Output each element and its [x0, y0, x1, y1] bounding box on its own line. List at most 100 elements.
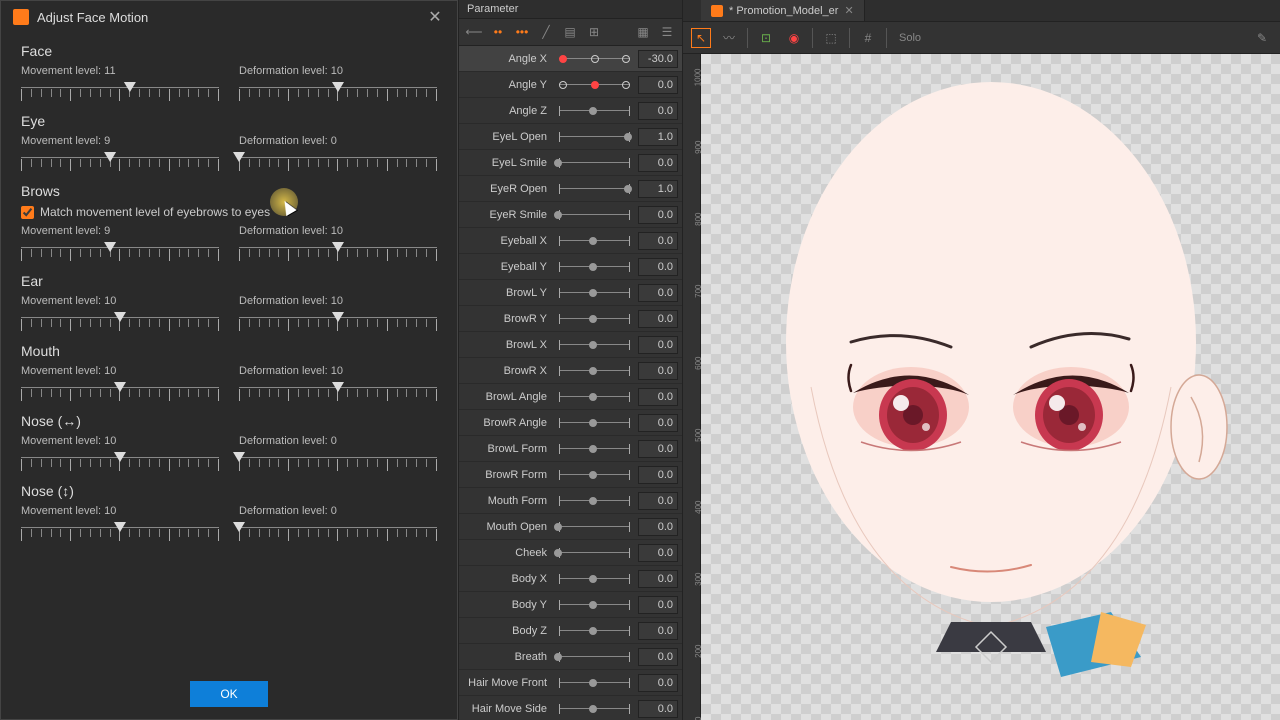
param-row[interactable]: Angle Z0.0	[459, 98, 682, 124]
deformation-slider[interactable]	[239, 451, 437, 471]
param-row[interactable]: BrowL Y0.0	[459, 280, 682, 306]
param-row[interactable]: Cheek0.0	[459, 540, 682, 566]
param-row[interactable]: BrowR Y0.0	[459, 306, 682, 332]
param-slider[interactable]	[555, 391, 634, 403]
param-slider[interactable]	[555, 599, 634, 611]
param-row[interactable]: Eyeball Y0.0	[459, 254, 682, 280]
bounds-tool-icon[interactable]: ⬚	[821, 28, 841, 48]
param-row[interactable]: BrowL Angle0.0	[459, 384, 682, 410]
param-slider[interactable]	[555, 183, 634, 195]
param-slider[interactable]	[555, 209, 634, 221]
param-value[interactable]: 0.0	[638, 102, 678, 120]
param-slider[interactable]	[555, 105, 634, 117]
movement-slider[interactable]	[21, 311, 219, 331]
param-value[interactable]: 0.0	[638, 206, 678, 224]
param-slider[interactable]	[555, 417, 634, 429]
param-value[interactable]: 0.0	[638, 310, 678, 328]
movement-slider[interactable]	[21, 151, 219, 171]
solo-label[interactable]: Solo	[899, 32, 921, 44]
param-value[interactable]: 0.0	[638, 388, 678, 406]
param-value[interactable]: 0.0	[638, 336, 678, 354]
param-value[interactable]: -30.0	[638, 50, 678, 68]
param-value[interactable]: 0.0	[638, 596, 678, 614]
param-value[interactable]: 0.0	[638, 518, 678, 536]
tool-menu-icon[interactable]: ☰	[658, 23, 676, 41]
deformation-slider[interactable]	[239, 311, 437, 331]
grid-toggle-icon[interactable]: #	[858, 28, 878, 48]
param-slider[interactable]	[555, 79, 634, 91]
eyedropper-icon[interactable]: ✎	[1252, 28, 1272, 48]
param-slider[interactable]	[555, 313, 634, 325]
canvas-tab[interactable]: * Promotion_Model_er ✕	[701, 0, 865, 21]
movement-slider[interactable]	[21, 521, 219, 541]
param-row[interactable]: BrowL Form0.0	[459, 436, 682, 462]
param-value[interactable]: 0.0	[638, 570, 678, 588]
deformation-slider[interactable]	[239, 241, 437, 261]
snap-tool-icon[interactable]: ⊡	[756, 28, 776, 48]
tool-grid2-icon[interactable]: ⊞	[585, 23, 603, 41]
param-row[interactable]: BrowL X0.0	[459, 332, 682, 358]
model-preview[interactable]	[751, 67, 1231, 707]
param-slider[interactable]	[555, 495, 634, 507]
param-row[interactable]: EyeL Smile0.0	[459, 150, 682, 176]
param-value[interactable]: 0.0	[638, 284, 678, 302]
param-slider[interactable]	[555, 261, 634, 273]
param-row[interactable]: Hair Move Front0.0	[459, 670, 682, 696]
checkbox-input[interactable]	[21, 206, 34, 219]
param-value[interactable]: 0.0	[638, 466, 678, 484]
param-slider[interactable]	[555, 469, 634, 481]
param-slider[interactable]	[555, 157, 634, 169]
param-slider[interactable]	[555, 443, 634, 455]
param-value[interactable]: 0.0	[638, 362, 678, 380]
dialog-titlebar[interactable]: Adjust Face Motion ✕	[1, 1, 457, 33]
ok-button[interactable]: OK	[190, 681, 267, 707]
param-value[interactable]: 1.0	[638, 128, 678, 146]
param-row[interactable]: Body Z0.0	[459, 618, 682, 644]
param-row[interactable]: Body Y0.0	[459, 592, 682, 618]
param-slider[interactable]	[555, 53, 634, 65]
param-value[interactable]: 0.0	[638, 492, 678, 510]
param-value[interactable]: 0.0	[638, 258, 678, 276]
tool-keyframe3-icon[interactable]: •••	[513, 23, 531, 41]
param-value[interactable]: 1.0	[638, 180, 678, 198]
param-row[interactable]: Hair Move Side0.0	[459, 696, 682, 720]
param-row[interactable]: Mouth Open0.0	[459, 514, 682, 540]
deformation-slider[interactable]	[239, 81, 437, 101]
param-row[interactable]: EyeR Open1.0	[459, 176, 682, 202]
movement-slider[interactable]	[21, 241, 219, 261]
param-slider[interactable]	[555, 521, 634, 533]
param-value[interactable]: 0.0	[638, 700, 678, 718]
param-row[interactable]: Angle Y0.0	[459, 72, 682, 98]
arrow-tool-icon[interactable]: ↖	[691, 28, 711, 48]
tab-close-icon[interactable]: ✕	[844, 4, 853, 17]
param-value[interactable]: 0.0	[638, 414, 678, 432]
param-row[interactable]: Angle X-30.0	[459, 46, 682, 72]
param-slider[interactable]	[555, 287, 634, 299]
param-slider[interactable]	[555, 235, 634, 247]
param-row[interactable]: BrowR Form0.0	[459, 462, 682, 488]
param-slider[interactable]	[555, 131, 634, 143]
param-value[interactable]: 0.0	[638, 76, 678, 94]
param-row[interactable]: Mouth Form0.0	[459, 488, 682, 514]
param-value[interactable]: 0.0	[638, 648, 678, 666]
deformation-slider[interactable]	[239, 151, 437, 171]
param-slider[interactable]	[555, 573, 634, 585]
tool-slash-icon[interactable]: ╱	[537, 23, 555, 41]
deformation-slider[interactable]	[239, 521, 437, 541]
close-icon[interactable]: ✕	[425, 7, 445, 27]
movement-slider[interactable]	[21, 451, 219, 471]
param-row[interactable]: Body X0.0	[459, 566, 682, 592]
param-slider[interactable]	[555, 703, 634, 715]
path-tool-icon[interactable]: 〰	[719, 28, 739, 48]
movement-slider[interactable]	[21, 381, 219, 401]
param-slider[interactable]	[555, 339, 634, 351]
canvas-area[interactable]: 1000900800700600500400300200100	[683, 54, 1280, 720]
param-row[interactable]: EyeR Smile0.0	[459, 202, 682, 228]
tool-keyframe2-icon[interactable]: ••	[489, 23, 507, 41]
tool-folder-icon[interactable]: ▦	[634, 23, 652, 41]
param-slider[interactable]	[555, 677, 634, 689]
tool-nav-icon[interactable]: ⟵	[465, 23, 483, 41]
param-row[interactable]: EyeL Open1.0	[459, 124, 682, 150]
param-row[interactable]: BrowR X0.0	[459, 358, 682, 384]
param-value[interactable]: 0.0	[638, 544, 678, 562]
